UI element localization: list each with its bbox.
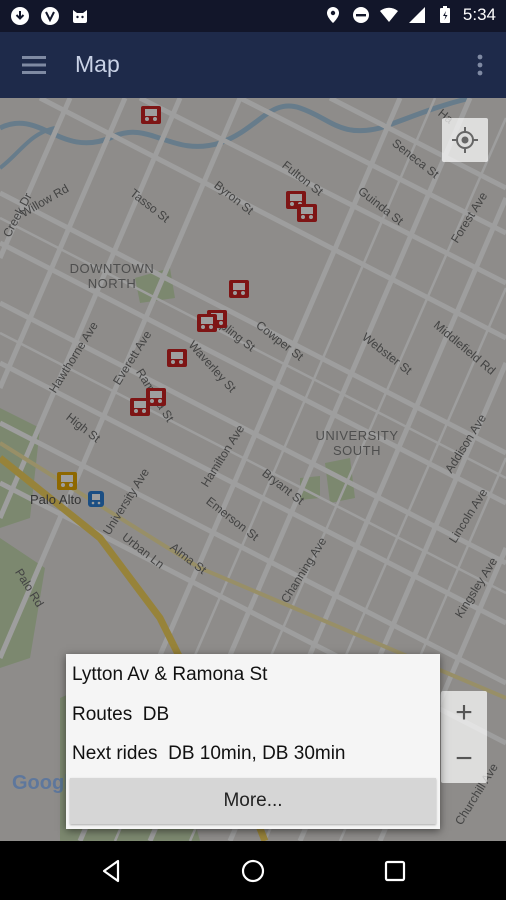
neighborhood-label: UNIVERSITY SOUTH xyxy=(315,428,399,458)
bus-stop-marker-icon[interactable] xyxy=(297,204,317,222)
hamburger-menu-icon[interactable] xyxy=(20,52,50,78)
download-notification-icon xyxy=(11,7,29,25)
stop-name: Lytton Av & Ramona St xyxy=(72,664,268,685)
home-icon[interactable] xyxy=(240,858,266,884)
recents-icon[interactable] xyxy=(382,858,408,884)
bus-stop-marker-icon[interactable] xyxy=(141,106,161,124)
signal-icon xyxy=(408,7,425,23)
my-location-icon[interactable] xyxy=(442,118,488,162)
routes-label: Routes xyxy=(72,704,133,725)
zoom-controls: + − xyxy=(441,691,487,783)
next-rides-label: Next rides xyxy=(72,743,158,764)
routes-value: DB xyxy=(142,704,170,725)
zoom-out-button[interactable]: − xyxy=(441,737,487,783)
zoom-in-button[interactable]: + xyxy=(441,691,487,737)
battery-icon xyxy=(439,6,450,23)
navigation-bar xyxy=(0,841,506,900)
stop-info-popup: Lytton Av & Ramona St Routes DB Next rid… xyxy=(66,654,440,829)
status-bar: 5:34 xyxy=(0,0,506,32)
do-not-disturb-icon xyxy=(352,7,369,23)
cat-notification-icon xyxy=(73,10,87,23)
clock: 5:34 xyxy=(462,5,496,24)
location-icon xyxy=(326,7,339,23)
routes-row: Routes DB xyxy=(72,704,169,726)
wifi-icon xyxy=(379,7,398,22)
bus-stop-marker-icon[interactable] xyxy=(130,398,150,416)
more-button[interactable]: More... xyxy=(70,778,436,824)
bus-stop-marker-icon[interactable] xyxy=(167,349,187,367)
transit-station-icon[interactable] xyxy=(88,491,104,507)
shield-notification-icon xyxy=(41,7,59,25)
bus-stop-marker-icon[interactable] xyxy=(229,280,249,298)
app-bar: Map xyxy=(0,32,506,98)
bus-stop-marker-icon[interactable] xyxy=(197,314,217,332)
bus-stop-marker-icon[interactable] xyxy=(57,472,77,490)
next-rides-value: DB 10min, DB 30min xyxy=(168,743,346,764)
place-label: Palo Alto xyxy=(30,492,82,507)
back-icon[interactable] xyxy=(98,858,124,884)
next-rides-row: Next rides DB 10min, DB 30min xyxy=(72,743,346,765)
neighborhood-label: DOWNTOWN NORTH xyxy=(69,261,155,291)
page-title: Map xyxy=(75,51,120,77)
overflow-menu-icon[interactable] xyxy=(472,52,488,78)
